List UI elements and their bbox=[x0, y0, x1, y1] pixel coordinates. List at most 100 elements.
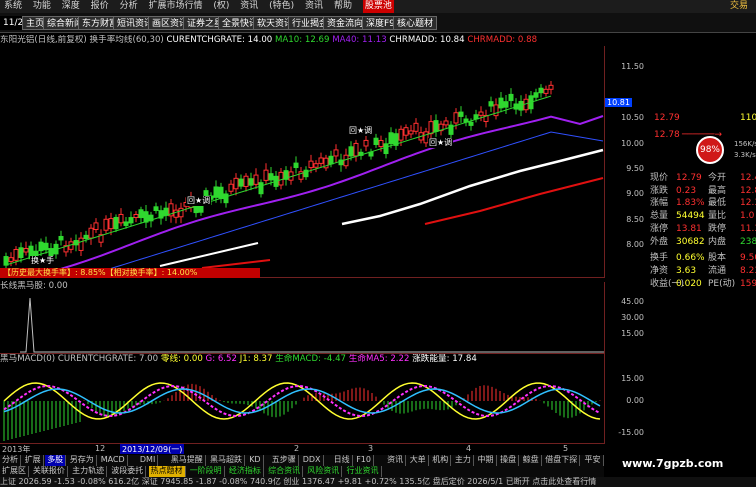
tab-bottom-4[interactable]: 热点题材 bbox=[148, 466, 186, 477]
axis-price-label: 8.50 bbox=[626, 215, 644, 224]
menu-special[interactable]: (特色) bbox=[269, 0, 294, 13]
tab-indicator-21[interactable]: 平安 bbox=[583, 455, 604, 466]
tab-indicator-16[interactable]: 主力 bbox=[453, 455, 474, 466]
tab-indicator-4[interactable]: MACD bbox=[99, 455, 128, 466]
long-black-horse-panel[interactable] bbox=[0, 292, 604, 354]
tab-bottom-7[interactable]: 综合资讯 bbox=[266, 466, 304, 477]
tab-bottom-3[interactable]: 波段委托 bbox=[109, 466, 147, 477]
quote-value: 54494 bbox=[676, 211, 705, 222]
quote-row: 涨跌 0.23 最高 12.8 bbox=[650, 185, 756, 198]
time-axis: 2013年 12 2013/12/09(一) 2 3 4 5 bbox=[0, 443, 604, 454]
tab-indicator-10[interactable]: DDX bbox=[301, 455, 324, 466]
quote-label2: 流通 bbox=[708, 265, 727, 276]
tab-indicator-20[interactable]: 借盘下探 bbox=[543, 455, 581, 466]
candle-body bbox=[113, 216, 119, 230]
tab-bottom-9[interactable]: 行业资讯 bbox=[345, 466, 382, 477]
menu-help[interactable]: 帮助 bbox=[334, 0, 352, 13]
quote-row: 现价 12.79 今开 12.4 bbox=[650, 172, 756, 185]
ma40-value: MA40: 11.13 bbox=[332, 35, 387, 45]
macd-chart[interactable] bbox=[0, 365, 604, 443]
quote-label: 涨幅 bbox=[650, 198, 669, 209]
quote-value: 30682 bbox=[676, 236, 705, 247]
tab-indicator-1[interactable]: 扩展 bbox=[23, 455, 44, 466]
tab-indicator-11[interactable]: 日线 bbox=[332, 455, 353, 466]
axis-vol-label: 30.00 bbox=[621, 313, 644, 322]
time-cursor-label: 2013/12/09(一) bbox=[120, 444, 185, 454]
macd-j1: J1: 8.37 bbox=[239, 354, 273, 364]
toolbar-core-theme[interactable]: 核心题材 bbox=[393, 16, 438, 30]
note-pullback-2: 回★调 bbox=[348, 126, 374, 136]
candle-body bbox=[38, 241, 44, 252]
menu-trade[interactable]: 交易 bbox=[730, 0, 748, 13]
menu-news[interactable]: 资讯 bbox=[240, 0, 258, 13]
tab-bottom-1[interactable]: 关联报价 bbox=[31, 466, 68, 477]
tab-indicator-18[interactable]: 操盘 bbox=[498, 455, 520, 466]
tab-indicator-19[interactable]: 鲸盘 bbox=[521, 455, 542, 466]
macd-cyan-line bbox=[3, 388, 601, 414]
candle-body bbox=[488, 101, 494, 107]
curentchgrate-value: CURENTCHGRATE: 14.00 bbox=[166, 35, 273, 45]
menu-rights[interactable]: (权) bbox=[213, 0, 229, 13]
tab-indicator-3[interactable]: 另存为 bbox=[68, 455, 97, 466]
quote-value: 0.23 bbox=[676, 185, 697, 196]
candle-body bbox=[43, 242, 49, 251]
menu-depth[interactable]: 深度 bbox=[62, 0, 80, 13]
menu-analysis[interactable]: 分析 bbox=[120, 0, 138, 13]
tab-bottom-0[interactable]: 扩展区 bbox=[0, 466, 29, 477]
tab-indicator-0[interactable]: 分析 bbox=[0, 455, 21, 466]
candle-body bbox=[58, 235, 64, 241]
quote-panel: 12.79 110 12.78 ──────→ 98% 156K/s 3.3K/… bbox=[646, 106, 756, 446]
menu-system[interactable]: 系统 bbox=[4, 0, 22, 13]
candle-body bbox=[378, 139, 384, 148]
chrmadd-value: CHRMADD: 10.84 bbox=[389, 35, 465, 45]
quote-row: 总量 54494 量比 1.0 bbox=[650, 210, 756, 223]
quote-value2: 11.3 bbox=[740, 223, 756, 234]
tab-bottom-8[interactable]: 风险资讯 bbox=[305, 466, 343, 477]
menu-extended-market[interactable]: 扩展市场行情 bbox=[148, 0, 202, 13]
candle-body bbox=[83, 234, 89, 240]
tab-indicator-8[interactable]: KD bbox=[247, 455, 264, 466]
axis-price-label: 8.00 bbox=[626, 240, 644, 249]
macd-zero: 零线: 0.00 bbox=[160, 354, 203, 364]
tab-indicator-5[interactable]: DMI bbox=[138, 455, 159, 466]
macd-g: G: 6.52 bbox=[205, 354, 237, 364]
candle-body bbox=[263, 169, 269, 181]
time-label: 2013年 bbox=[2, 445, 31, 454]
tab-bottom-5[interactable]: 一阶段明 bbox=[188, 466, 225, 477]
menu-stock-pool[interactable]: 股票池 bbox=[362, 0, 394, 13]
candle-body bbox=[388, 132, 394, 145]
candle-body bbox=[123, 221, 129, 226]
tab-indicator-7[interactable]: 黑马超跌 bbox=[208, 455, 245, 466]
menu-quote[interactable]: 报价 bbox=[91, 0, 109, 13]
tab-indicator-17[interactable]: 中期 bbox=[476, 455, 497, 466]
tab-bottom-6[interactable]: 经济指标 bbox=[227, 466, 264, 477]
tab-indicator-13[interactable]: 资讯 bbox=[385, 455, 407, 466]
candle-body bbox=[333, 149, 339, 157]
candle-body bbox=[363, 139, 369, 147]
candle-body bbox=[508, 93, 514, 102]
quote-label2: 内盘 bbox=[708, 236, 727, 247]
tab-indicator-2[interactable]: 多股 bbox=[45, 455, 67, 466]
candle-body bbox=[503, 101, 509, 108]
time-label: 2 bbox=[294, 444, 300, 453]
menu-info[interactable]: 资讯 bbox=[305, 0, 323, 13]
candlestick-chart[interactable]: 换★手 回★调 回★调 回★调 bbox=[0, 46, 604, 278]
tab-indicator-9[interactable]: 五步骤 bbox=[270, 455, 299, 466]
quote-value2: 12.4 bbox=[740, 173, 756, 183]
tab-indicator-12[interactable]: F10 bbox=[354, 455, 374, 466]
macd-life: 生命MACD: -4.47 bbox=[275, 354, 347, 364]
candle-body bbox=[433, 120, 439, 133]
menu-bar: 系统 功能 深度 报价 分析 扩展市场行情 (权) 资讯 (特色) 资讯 帮助 … bbox=[0, 0, 756, 13]
candle-body bbox=[23, 248, 29, 253]
toolbar-capital-flow[interactable]: 资金流向 bbox=[323, 16, 368, 30]
macd-magenta-line bbox=[3, 385, 601, 418]
candle-body bbox=[373, 137, 379, 146]
macd-yellow-line bbox=[3, 382, 601, 420]
tab-bottom-2[interactable]: 主力轨迹 bbox=[70, 466, 108, 477]
tab-indicator-6[interactable]: 黑马提醒 bbox=[169, 455, 206, 466]
candle-body bbox=[453, 112, 459, 124]
chrmadd2-value: CHRMADD: 0.88 bbox=[467, 35, 538, 45]
menu-function[interactable]: 功能 bbox=[33, 0, 51, 13]
tab-indicator-15[interactable]: 机构 bbox=[430, 455, 452, 466]
tab-indicator-14[interactable]: 大单 bbox=[408, 455, 429, 466]
